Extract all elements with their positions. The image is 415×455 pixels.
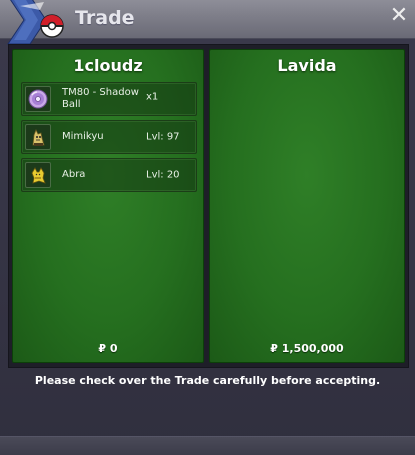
mimikyu-icon (32, 129, 45, 146)
left-trade-panel: 1cloudz TM80 - Shadow Ball x1 Mimikyu Lv… (12, 49, 204, 363)
item-level: Lvl: 97 (146, 131, 180, 143)
title-bar[interactable]: Trade ✕ (0, 0, 415, 45)
item-slot (25, 124, 51, 150)
trade-notice: Please check over the Trade carefully be… (34, 374, 381, 387)
bottom-bar (0, 436, 415, 455)
item-level: Lvl: 20 (146, 169, 180, 181)
item-name: TM80 - Shadow Ball (62, 87, 139, 110)
disc-icon (28, 89, 48, 109)
right-money: ₽ 1,500,000 (270, 342, 344, 355)
left-money: ₽ 0 (98, 342, 118, 355)
left-player-name: 1cloudz (73, 56, 143, 75)
item-name: Mimikyu (62, 131, 104, 142)
abra-icon (31, 167, 46, 184)
window-title: Trade (75, 7, 135, 29)
right-trade-panel: Lavida ₽ 1,500,000 (209, 49, 405, 363)
logo-icon (7, 0, 64, 45)
right-player-name: Lavida (277, 56, 337, 75)
item-quantity: x1 (146, 91, 159, 103)
close-icon[interactable]: ✕ (389, 5, 409, 27)
trade-item-abra[interactable]: Abra Lvl: 20 (21, 158, 197, 192)
trade-area: 1cloudz TM80 - Shadow Ball x1 Mimikyu Lv… (8, 44, 409, 368)
trade-window: Trade ✕ 1cloudz TM80 - Shadow Ball x1 Mi… (0, 0, 415, 455)
item-slot (25, 86, 51, 112)
item-name: Abra (62, 169, 86, 180)
item-slot (25, 162, 51, 188)
trade-item-tm80[interactable]: TM80 - Shadow Ball x1 (21, 82, 197, 116)
trade-item-mimikyu[interactable]: Mimikyu Lvl: 97 (21, 120, 197, 154)
